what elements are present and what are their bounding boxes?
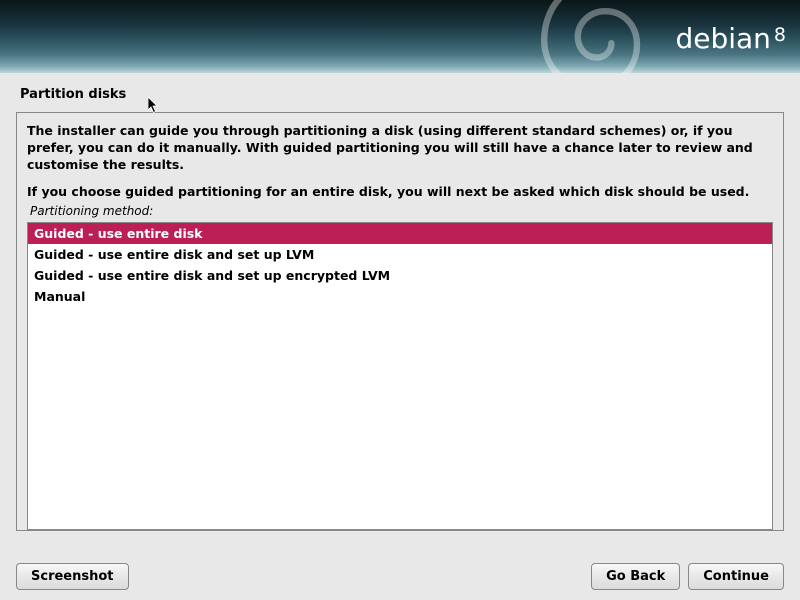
option-guided-entire-disk[interactable]: Guided - use entire disk [28,223,772,244]
debian-swirl-icon [525,0,685,73]
partitioning-method-label: Partitioning method: [27,204,773,218]
go-back-button[interactable]: Go Back [591,563,680,590]
option-guided-lvm[interactable]: Guided - use entire disk and set up LVM [28,244,772,265]
info-paragraph-2: If you choose guided partitioning for an… [27,184,773,201]
header-banner: debian8 [0,0,800,73]
button-group-right: Go Back Continue [591,563,784,590]
main-panel: The installer can guide you through part… [16,112,784,531]
option-manual[interactable]: Manual [28,286,772,307]
button-bar: Screenshot Go Back Continue [16,563,784,590]
continue-button[interactable]: Continue [688,563,784,590]
screenshot-button[interactable]: Screenshot [16,563,129,590]
option-guided-encrypted-lvm[interactable]: Guided - use entire disk and set up encr… [28,265,772,286]
info-paragraph-1: The installer can guide you through part… [27,123,773,174]
content-area: Partition disks The installer can guide … [0,73,800,531]
page-title: Partition disks [16,87,784,102]
partitioning-method-list: Guided - use entire disk Guided - use en… [27,222,773,530]
mouse-cursor-icon [148,97,160,115]
brand-name: debian [675,22,770,55]
brand-label: debian8 [675,22,786,55]
brand-version: 8 [774,24,786,46]
